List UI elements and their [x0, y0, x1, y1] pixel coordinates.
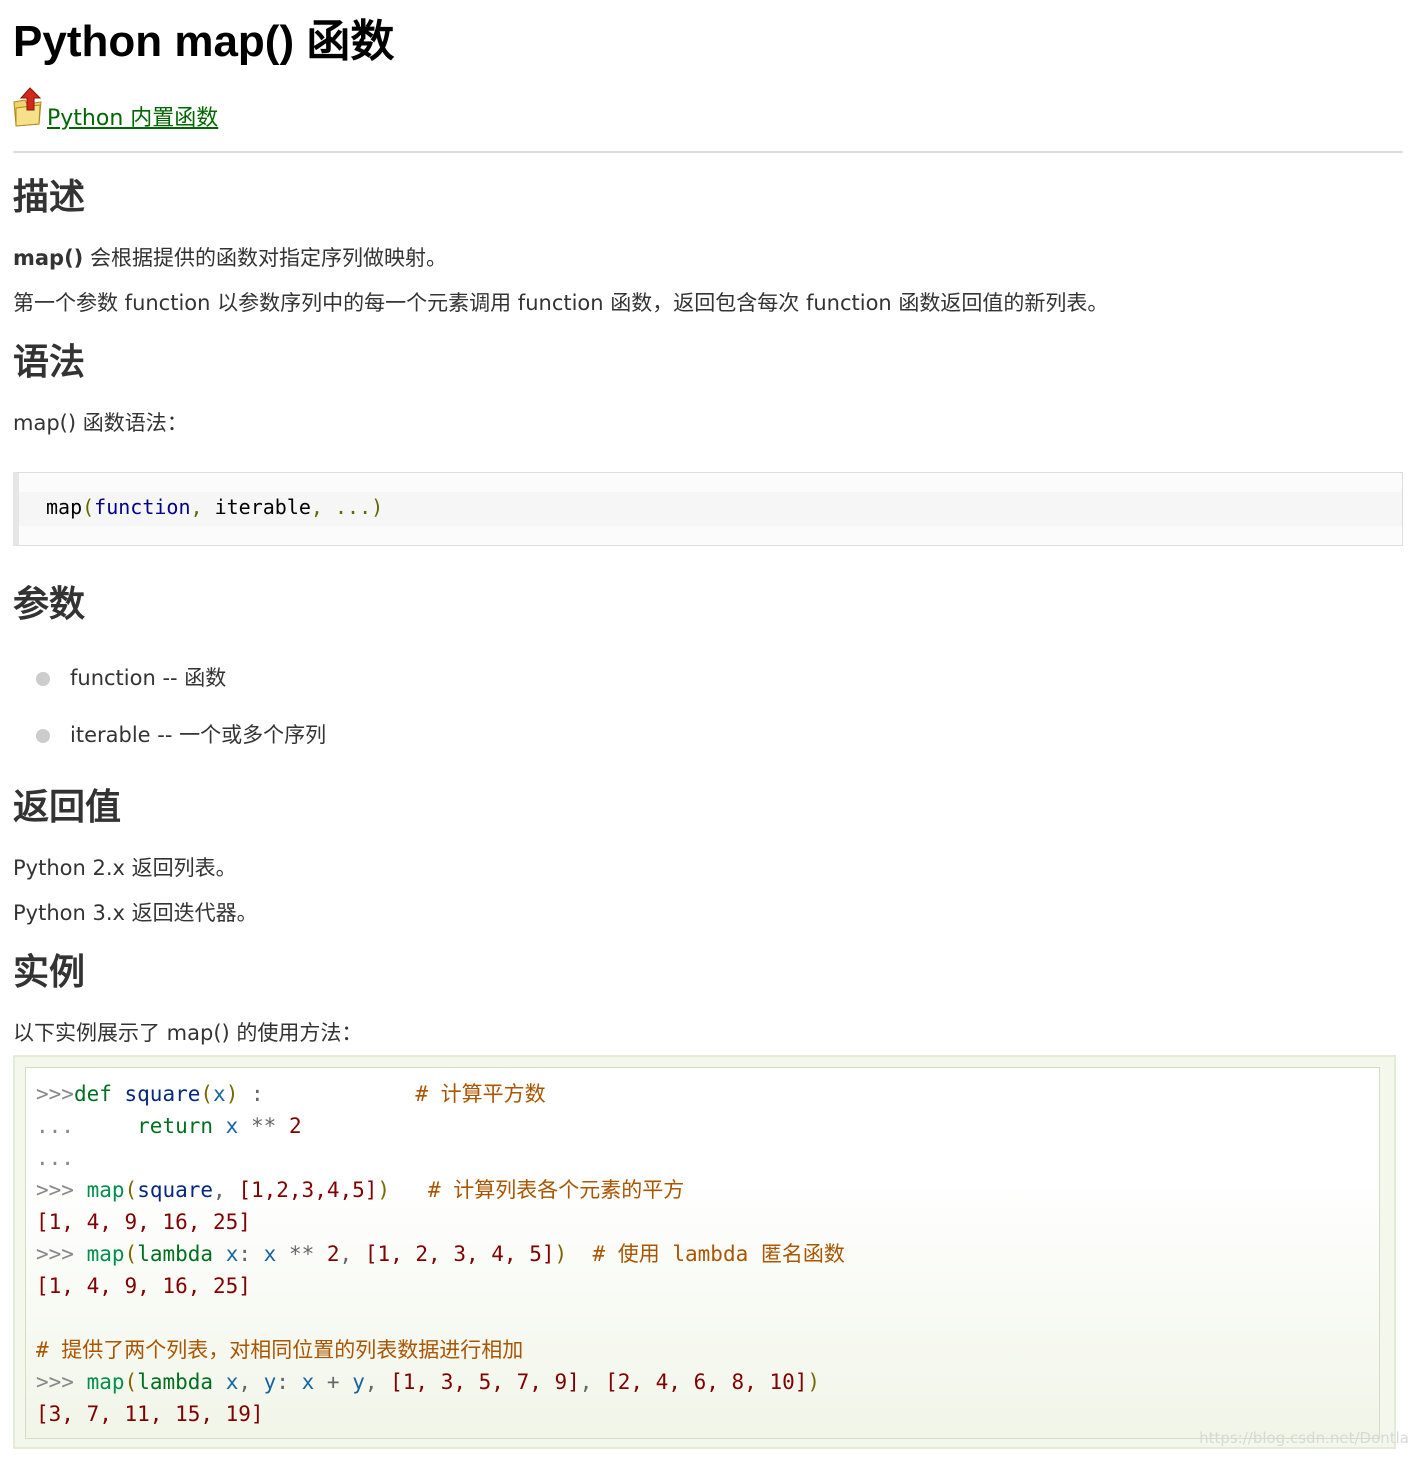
syntax-intro: map() 函数语法： [13, 411, 188, 435]
code-line-11: [3, 7, 11, 15, 19] [36, 1402, 264, 1426]
description-line-1: map() 会根据提供的函数对指定序列做映射。 [13, 243, 447, 273]
code-line-3: ... [36, 1146, 74, 1170]
divider [13, 151, 1403, 153]
params-list: function -- 函数 iterable -- 一个或多个序列 [13, 655, 326, 769]
syntax-code: map(function, iterable, ...) [46, 495, 384, 519]
back-link[interactable]: Python 内置函数 [47, 100, 218, 132]
section-title-description: 描述 [13, 177, 86, 218]
section-title-example: 实例 [13, 952, 86, 993]
section-title-params: 参数 [13, 584, 86, 625]
description-text: 会根据提供的函数对指定序列做映射。 [83, 246, 447, 270]
bullet-icon [36, 672, 50, 686]
syntax-code-block: map(function, iterable, ...) [13, 472, 1403, 546]
folder-up-icon [13, 87, 42, 127]
code-line-4: >>> map(square, [1,2,3,4,5]) # 计算列表各个元素的… [36, 1178, 685, 1202]
example-code: >>>def square(x) : # 计算平方数 ... return x … [25, 1067, 1380, 1439]
example-intro: 以下实例展示了 map() 的使用方法： [13, 1021, 363, 1045]
list-item: iterable -- 一个或多个序列 [13, 712, 326, 769]
return-py2: Python 2.x 返回列表。 [13, 856, 237, 880]
code-line-5: [1, 4, 9, 16, 25] [36, 1210, 251, 1234]
code-line-7: [1, 4, 9, 16, 25] [36, 1274, 251, 1298]
section-title-syntax: 语法 [13, 342, 86, 383]
page-title: Python map() 函数 [13, 17, 395, 66]
code-line-6: >>> map(lambda x: x ** 2, [1, 2, 3, 4, 5… [36, 1242, 845, 1266]
code-line-10: >>> map(lambda x, y: x + y, [1, 3, 5, 7,… [36, 1370, 821, 1394]
list-item: function -- 函数 [13, 655, 326, 712]
section-title-return: 返回值 [13, 787, 122, 828]
description-bold: map() [13, 246, 84, 270]
example-code-block: >>>def square(x) : # 计算平方数 ... return x … [13, 1055, 1396, 1449]
return-py3: Python 3.x 返回迭代器。 [13, 901, 258, 925]
watermark: https://blog.csdn.net/Dontla [1199, 1429, 1409, 1447]
description-line-2: 第一个参数 function 以参数序列中的每一个元素调用 function 函… [13, 291, 1109, 315]
bullet-icon [36, 729, 50, 743]
code-line-2: ... return x ** 2 [36, 1114, 302, 1138]
code-line-1: >>>def square(x) : # 计算平方数 [36, 1082, 546, 1106]
code-line-9: # 提供了两个列表，对相同位置的列表数据进行相加 [36, 1338, 524, 1362]
